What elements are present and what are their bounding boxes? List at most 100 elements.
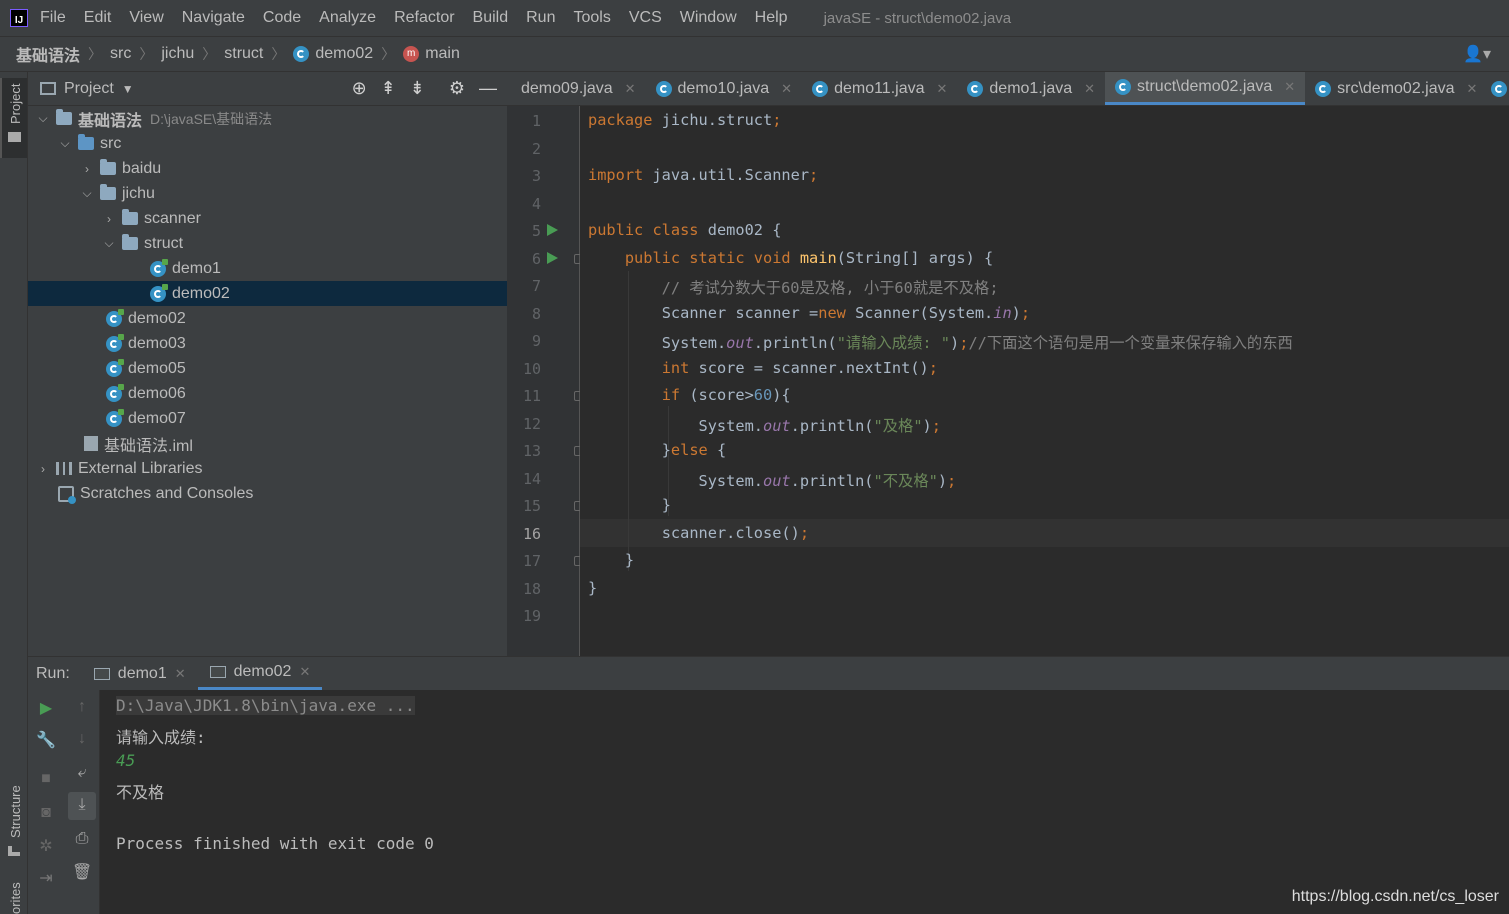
project-path: D:\javaSE\基础语法: [150, 110, 273, 127]
breadcrumb-main[interactable]: main: [425, 45, 460, 63]
print-icon[interactable]: ⎙: [72, 830, 92, 850]
close-icon[interactable]: ✕: [781, 81, 792, 97]
menu-navigate[interactable]: Navigate: [180, 9, 247, 27]
menu-vcs[interactable]: VCS: [627, 9, 664, 27]
run-main-icon[interactable]: [547, 252, 558, 264]
structure-side-tab-label[interactable]: Structure: [8, 785, 23, 838]
java-class-icon: [150, 258, 168, 277]
close-icon[interactable]: ✕: [937, 81, 948, 97]
tree-node-src[interactable]: ⌵ src: [58, 131, 121, 156]
tree-node-demo03[interactable]: demo03: [106, 331, 186, 356]
tab-struct-demo02[interactable]: struct\demo02.java ✕: [1105, 72, 1306, 105]
tab-demo10[interactable]: demo10.java ✕: [646, 72, 803, 105]
menu-code[interactable]: Code: [261, 9, 303, 27]
tab-src-demo02[interactable]: src\demo02.java ✕: [1305, 72, 1487, 105]
editor-gutter: 1 2 3 4 5 6 7 8 9 10 11 12 13 14 15 16 1…: [507, 106, 584, 656]
arrow-up-icon[interactable]: ↑: [72, 698, 92, 718]
tree-node-struct[interactable]: ⌵ struct: [102, 231, 183, 256]
project-view-selector[interactable]: Project: [64, 80, 114, 98]
scratches-icon: [58, 485, 76, 504]
menu-build[interactable]: Build: [471, 9, 511, 27]
menu-analyze[interactable]: Analyze: [317, 9, 378, 27]
soft-wrap-icon[interactable]: ⤶: [72, 764, 92, 784]
close-icon[interactable]: ✕: [1284, 79, 1295, 95]
tab-demo09[interactable]: demo09.java ✕: [507, 72, 646, 105]
source-folder-icon: [78, 134, 94, 150]
menu-bar: IJ File Edit View Navigate Code Analyze …: [0, 0, 1509, 36]
menu-refactor[interactable]: Refactor: [392, 9, 456, 27]
tree-node-struct-demo1[interactable]: demo1: [150, 256, 221, 281]
tree-label: 基础语法: [78, 112, 143, 130]
code-line: }: [588, 579, 598, 597]
line-number: 13: [522, 442, 541, 460]
close-icon[interactable]: ✕: [1084, 81, 1095, 97]
breadcrumb-jichu[interactable]: jichu: [161, 45, 194, 63]
expand-all-icon[interactable]: ⇞: [381, 78, 396, 99]
favorites-side-tab-label[interactable]: orites: [8, 882, 23, 914]
line-number: 4: [531, 195, 541, 213]
line-number: 15: [522, 497, 541, 515]
run-class-icon[interactable]: [547, 224, 558, 236]
tree-node-demo07[interactable]: demo07: [106, 406, 186, 431]
tree-node-jichu[interactable]: ⌵ jichu: [80, 181, 155, 206]
tree-node-scanner[interactable]: › scanner: [102, 206, 201, 231]
tree-node-project-root[interactable]: ⌵ 基础语法 D:\javaSE\基础语法: [36, 106, 272, 131]
close-icon[interactable]: ✕: [175, 666, 186, 682]
chevron-down-icon[interactable]: ▼: [122, 82, 134, 96]
settings-icon[interactable]: ✲: [36, 836, 56, 856]
run-tab-demo1[interactable]: demo1 ✕: [82, 657, 198, 690]
run-tab-label: demo1: [117, 664, 167, 682]
wrench-icon[interactable]: 🔧: [36, 730, 56, 750]
console-output[interactable]: D:\Java\JDK1.8\bin\java.exe ... 请输入成绩: 4…: [100, 690, 1509, 914]
close-icon[interactable]: ✕: [625, 81, 636, 97]
menu-file[interactable]: File: [38, 9, 68, 27]
close-icon[interactable]: ✕: [299, 664, 310, 680]
tab-overflow[interactable]: [1487, 72, 1509, 105]
java-class-icon: [106, 308, 124, 327]
project-panel: Project ▼ ⊕ ⇞ ⇟ ⚙ — ⌵ 基础语法 D:\javaSE\基础语…: [28, 72, 507, 656]
breadcrumb-struct[interactable]: struct: [224, 45, 263, 63]
console-icon: [209, 666, 226, 678]
collapse-all-icon[interactable]: ⇟: [410, 78, 425, 99]
tab-demo11[interactable]: demo11.java ✕: [802, 72, 957, 105]
menu-view[interactable]: View: [127, 9, 165, 27]
menu-help[interactable]: Help: [753, 9, 790, 27]
exit-icon[interactable]: ⇥: [36, 868, 56, 888]
trash-icon[interactable]: 🗑: [72, 862, 92, 882]
chevron-down-icon: ⌵: [104, 236, 114, 250]
code-editor[interactable]: package jichu.struct; import java.util.S…: [580, 106, 1509, 656]
code-line: // 考试分数大于60是及格, 小于60就是不及格;: [588, 279, 999, 297]
menu-window[interactable]: Window: [678, 9, 739, 27]
breadcrumb-demo02[interactable]: demo02: [315, 45, 373, 63]
close-icon[interactable]: ✕: [1467, 81, 1478, 97]
camera-icon[interactable]: ◙: [36, 804, 56, 824]
tree-node-demo02[interactable]: demo02: [106, 306, 186, 331]
menu-run[interactable]: Run: [524, 9, 557, 27]
gear-icon[interactable]: ⚙: [449, 78, 465, 99]
breadcrumb-project[interactable]: 基础语法: [16, 42, 80, 66]
tree-label: demo1: [172, 259, 221, 277]
tree-node-scratches[interactable]: Scratches and Consoles: [58, 481, 253, 506]
tab-label: demo11.java: [834, 79, 925, 97]
chevron-right-icon: ›: [85, 161, 89, 176]
tab-demo1[interactable]: demo1.java ✕: [957, 72, 1105, 105]
arrow-down-icon[interactable]: ↓: [72, 730, 92, 750]
breadcrumb-src[interactable]: src: [110, 45, 131, 63]
hide-icon[interactable]: —: [479, 78, 497, 99]
code-line: int score = scanner.nextInt();: [661, 359, 938, 377]
tree-node-demo06[interactable]: demo06: [106, 381, 186, 406]
tree-node-external-libraries[interactable]: › External Libraries: [36, 456, 203, 481]
locate-icon[interactable]: ⊕: [352, 78, 367, 99]
run-tab-demo02[interactable]: demo02 ✕: [197, 657, 323, 690]
stop-icon[interactable]: ■: [36, 770, 56, 790]
user-icon[interactable]: 👤▾: [1463, 44, 1491, 64]
tree-node-iml[interactable]: 基础语法.iml: [84, 431, 193, 456]
rerun-icon[interactable]: ▶: [36, 698, 56, 718]
tree-node-baidu[interactable]: › baidu: [80, 156, 161, 181]
tree-node-demo05[interactable]: demo05: [106, 356, 186, 381]
tree-node-struct-demo02[interactable]: demo02: [150, 281, 230, 306]
menu-edit[interactable]: Edit: [82, 9, 114, 27]
project-side-tab-label[interactable]: Project: [8, 84, 23, 124]
line-number: 5: [531, 222, 541, 240]
menu-tools[interactable]: Tools: [571, 9, 612, 27]
